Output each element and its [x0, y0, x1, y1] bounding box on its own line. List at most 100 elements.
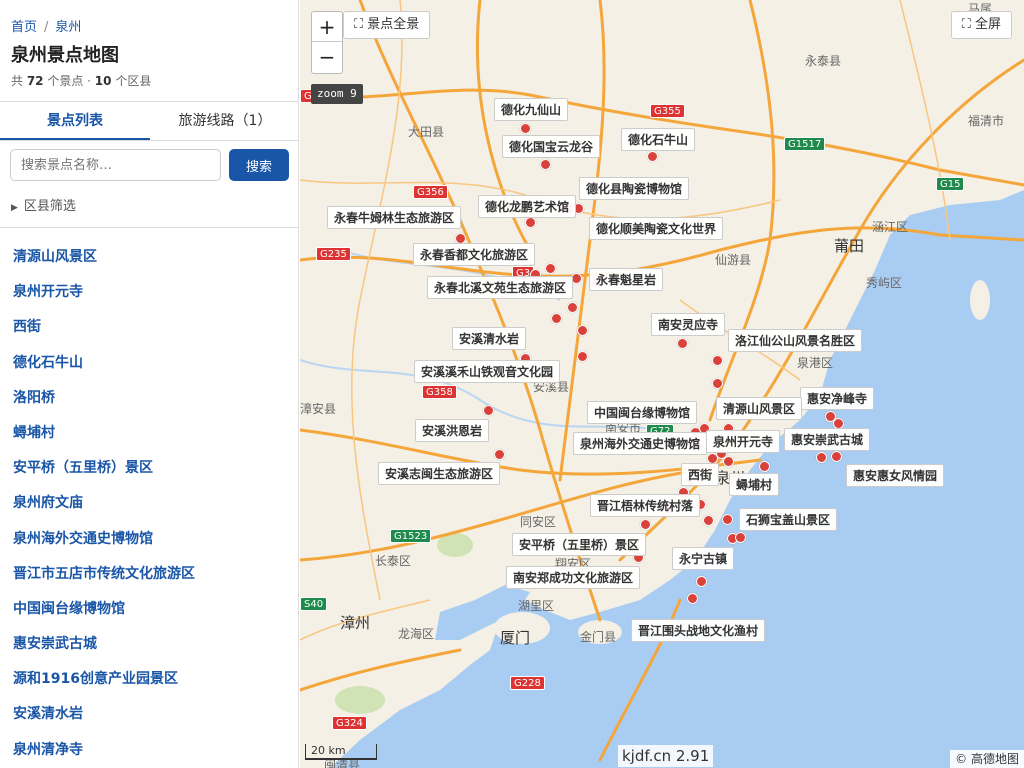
poi-label[interactable]: 泉州开元寺 [706, 430, 781, 453]
list-item[interactable]: 清源山风景区 [13, 246, 195, 281]
app: 首页 / 泉州 泉州景点地图 共 72 个景点 · 10 个区县 景点列表 旅游线路… [0, 0, 1024, 768]
poi-label[interactable]: 惠安崇武古城 [784, 428, 871, 451]
map-marker[interactable] [525, 217, 536, 228]
list-item[interactable]: 泉州海外交通史博物馆 [13, 528, 195, 563]
list-item[interactable]: 源和1916创意产业园景区 [13, 668, 195, 703]
map-marker[interactable] [677, 338, 688, 349]
road-shield: S40 [300, 597, 328, 611]
place-label: 漳安县 [300, 402, 337, 416]
poi-label[interactable]: 石狮宝盖山景区 [739, 508, 838, 531]
map-view[interactable]: 马尾 永泰县 大田县 福清市 涵江区 莆田 仙游县 秀屿区 泉港区 安溪县 漳安… [300, 0, 1024, 768]
place-label: 长泰区 [375, 554, 412, 568]
search-button[interactable]: 搜索 [229, 149, 289, 181]
map-marker[interactable] [551, 313, 562, 324]
poi-label[interactable]: 永春魁星岩 [589, 268, 664, 291]
poi-label[interactable]: 永春香都文化旅游区 [413, 243, 536, 266]
list-item[interactable]: 西街 [13, 316, 195, 351]
poi-label[interactable]: 永春北溪文苑生态旅游区 [427, 276, 574, 299]
poi-label[interactable]: 清源山风景区 [716, 397, 803, 420]
map-marker[interactable] [494, 449, 505, 460]
overview-button[interactable]: ⛶ 景点全景 [343, 11, 431, 39]
road-shield: G15 [936, 177, 965, 191]
list-item[interactable]: 安溪清水岩 [13, 703, 195, 738]
poi-label[interactable]: 德化龙鹏艺术馆 [478, 195, 577, 218]
map-marker[interactable] [759, 461, 770, 472]
list-item[interactable]: 德化石牛山 [13, 352, 195, 387]
list-item[interactable]: 晋江市五店市传统文化旅游区 [13, 563, 195, 598]
poi-label[interactable]: 德化顺美陶瓷文化世界 [589, 217, 724, 240]
poi-label[interactable]: 安溪溪禾山铁观音文化园 [414, 360, 561, 383]
zoom-in-button[interactable]: + [312, 12, 342, 42]
poi-label[interactable]: 安平桥（五里桥）景区 [512, 533, 647, 556]
tab-spot-list[interactable]: 景点列表 [0, 102, 150, 140]
stats-prefix: 共 [11, 74, 27, 88]
poi-label[interactable]: 惠安惠女风情园 [846, 464, 945, 487]
district-filter-label: 区县筛选 [23, 199, 76, 214]
divider [0, 227, 298, 228]
poi-label[interactable]: 德化国宝云龙谷 [502, 135, 601, 158]
map-marker[interactable] [703, 515, 714, 526]
poi-label[interactable]: 南安郑成功文化旅游区 [506, 566, 641, 589]
poi-label[interactable]: 蟳埔村 [729, 473, 780, 496]
poi-label[interactable]: 中国闽台缘博物馆 [587, 401, 698, 424]
map-marker[interactable] [687, 593, 698, 604]
poi-label[interactable]: 德化县陶瓷博物馆 [579, 177, 690, 200]
breadcrumb-home[interactable]: 首页 [11, 20, 37, 35]
spot-count: 72 [26, 74, 44, 88]
map-marker[interactable] [483, 405, 494, 416]
fullscreen-button[interactable]: ⛶ 全屏 [950, 11, 1012, 39]
poi-label[interactable]: 永宁古镇 [672, 547, 735, 570]
map-attribution[interactable]: © 高德地图 [950, 750, 1024, 768]
zoom-out-button[interactable]: − [312, 42, 342, 72]
tab-routes[interactable]: 旅游线路（1） [150, 102, 298, 140]
place-label: 福清市 [968, 114, 1005, 128]
poi-label[interactable]: 德化九仙山 [494, 98, 569, 121]
map-marker[interactable] [577, 351, 588, 362]
map-marker[interactable] [567, 302, 578, 313]
poi-label[interactable]: 晋江围头战地文化渔村 [631, 619, 766, 642]
poi-label[interactable]: 洛江仙公山风景名胜区 [728, 329, 863, 352]
district-filter-toggle[interactable]: ▶ 区县筛选 [11, 195, 76, 214]
map-marker[interactable] [545, 263, 556, 274]
poi-label[interactable]: 泉州海外交通史博物馆 [573, 432, 708, 455]
list-item[interactable]: 泉州开元寺 [13, 281, 195, 316]
place-label: 涵江区 [872, 220, 909, 234]
road-shield: G324 [332, 716, 367, 730]
map-marker[interactable] [831, 451, 842, 462]
map-marker[interactable] [722, 514, 733, 525]
map-marker[interactable] [520, 123, 531, 134]
poi-label[interactable]: 安溪清水岩 [452, 327, 527, 350]
place-label: 湖里区 [518, 599, 555, 613]
poi-label[interactable]: 安溪洪恩岩 [415, 419, 490, 442]
poi-label[interactable]: 安溪志闽生态旅游区 [378, 462, 501, 485]
map-marker[interactable] [696, 576, 707, 587]
map-marker[interactable] [712, 355, 723, 366]
poi-label[interactable]: 永春牛姆林生态旅游区 [327, 206, 462, 229]
list-item[interactable]: 中国闽台缘博物馆 [13, 598, 195, 633]
list-item[interactable]: 洛阳桥 [13, 387, 195, 422]
list-item[interactable]: 蟳埔村 [13, 422, 195, 457]
search-input[interactable] [10, 149, 221, 181]
list-item[interactable]: 泉州清净寺 [13, 739, 195, 768]
place-label: 龙海区 [398, 627, 435, 641]
poi-label[interactable]: 晋江梧林传统村落 [590, 494, 701, 517]
map-marker[interactable] [816, 452, 827, 463]
list-item[interactable]: 安平桥（五里桥）景区 [13, 457, 195, 492]
breadcrumb-current[interactable]: 泉州 [55, 20, 81, 35]
poi-label[interactable]: 西街 [681, 463, 720, 486]
map-marker[interactable] [735, 532, 746, 543]
map-marker[interactable] [723, 456, 734, 467]
map-marker[interactable] [640, 519, 651, 530]
road-shield: G235 [316, 247, 351, 261]
road-shield: G1523 [390, 529, 432, 543]
poi-label[interactable]: 惠安净峰寺 [800, 387, 875, 410]
map-marker[interactable] [647, 151, 658, 162]
list-item[interactable]: 泉州府文庙 [13, 492, 195, 527]
list-item[interactable]: 惠安崇武古城 [13, 633, 195, 668]
poi-label[interactable]: 南安灵应寺 [651, 313, 726, 336]
map-marker[interactable] [712, 378, 723, 389]
map-marker[interactable] [540, 159, 551, 170]
map-marker[interactable] [577, 325, 588, 336]
place-label: 秀屿区 [866, 276, 903, 290]
poi-label[interactable]: 德化石牛山 [621, 128, 696, 151]
